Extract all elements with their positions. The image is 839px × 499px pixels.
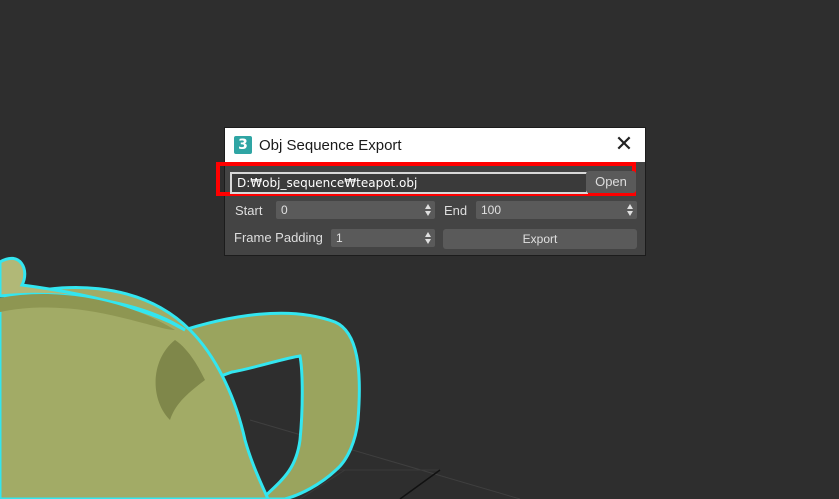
start-label: Start	[235, 203, 263, 218]
end-label: End	[444, 203, 468, 218]
export-button[interactable]: Export	[443, 229, 637, 249]
file-path-field[interactable]: D:₩obj_sequence₩teapot.obj	[230, 172, 588, 194]
frame-padding-label: Frame Padding	[234, 230, 323, 245]
start-value: 0	[281, 203, 288, 217]
end-value: 100	[481, 203, 502, 217]
spinner-arrows-icon[interactable]	[425, 203, 432, 217]
end-spinner[interactable]: 100	[476, 201, 637, 219]
dialog-title: Obj Sequence Export	[259, 137, 402, 154]
spinner-arrows-icon[interactable]	[425, 231, 432, 245]
start-spinner[interactable]: 0	[276, 201, 435, 219]
obj-sequence-export-dialog: 3 Obj Sequence Export ✕ D:₩obj_sequence₩…	[216, 128, 645, 255]
teapot-object	[0, 256, 361, 499]
frame-padding-value: 1	[336, 231, 343, 245]
app-3dsmax-icon: 3	[234, 136, 252, 154]
dialog-titlebar[interactable]: 3 Obj Sequence Export ✕	[225, 128, 645, 162]
open-button[interactable]: Open	[586, 171, 636, 193]
spinner-arrows-icon[interactable]	[627, 203, 634, 217]
grid-line	[399, 469, 441, 499]
frame-padding-spinner[interactable]: 1	[331, 229, 435, 247]
close-icon[interactable]: ✕	[611, 132, 637, 158]
